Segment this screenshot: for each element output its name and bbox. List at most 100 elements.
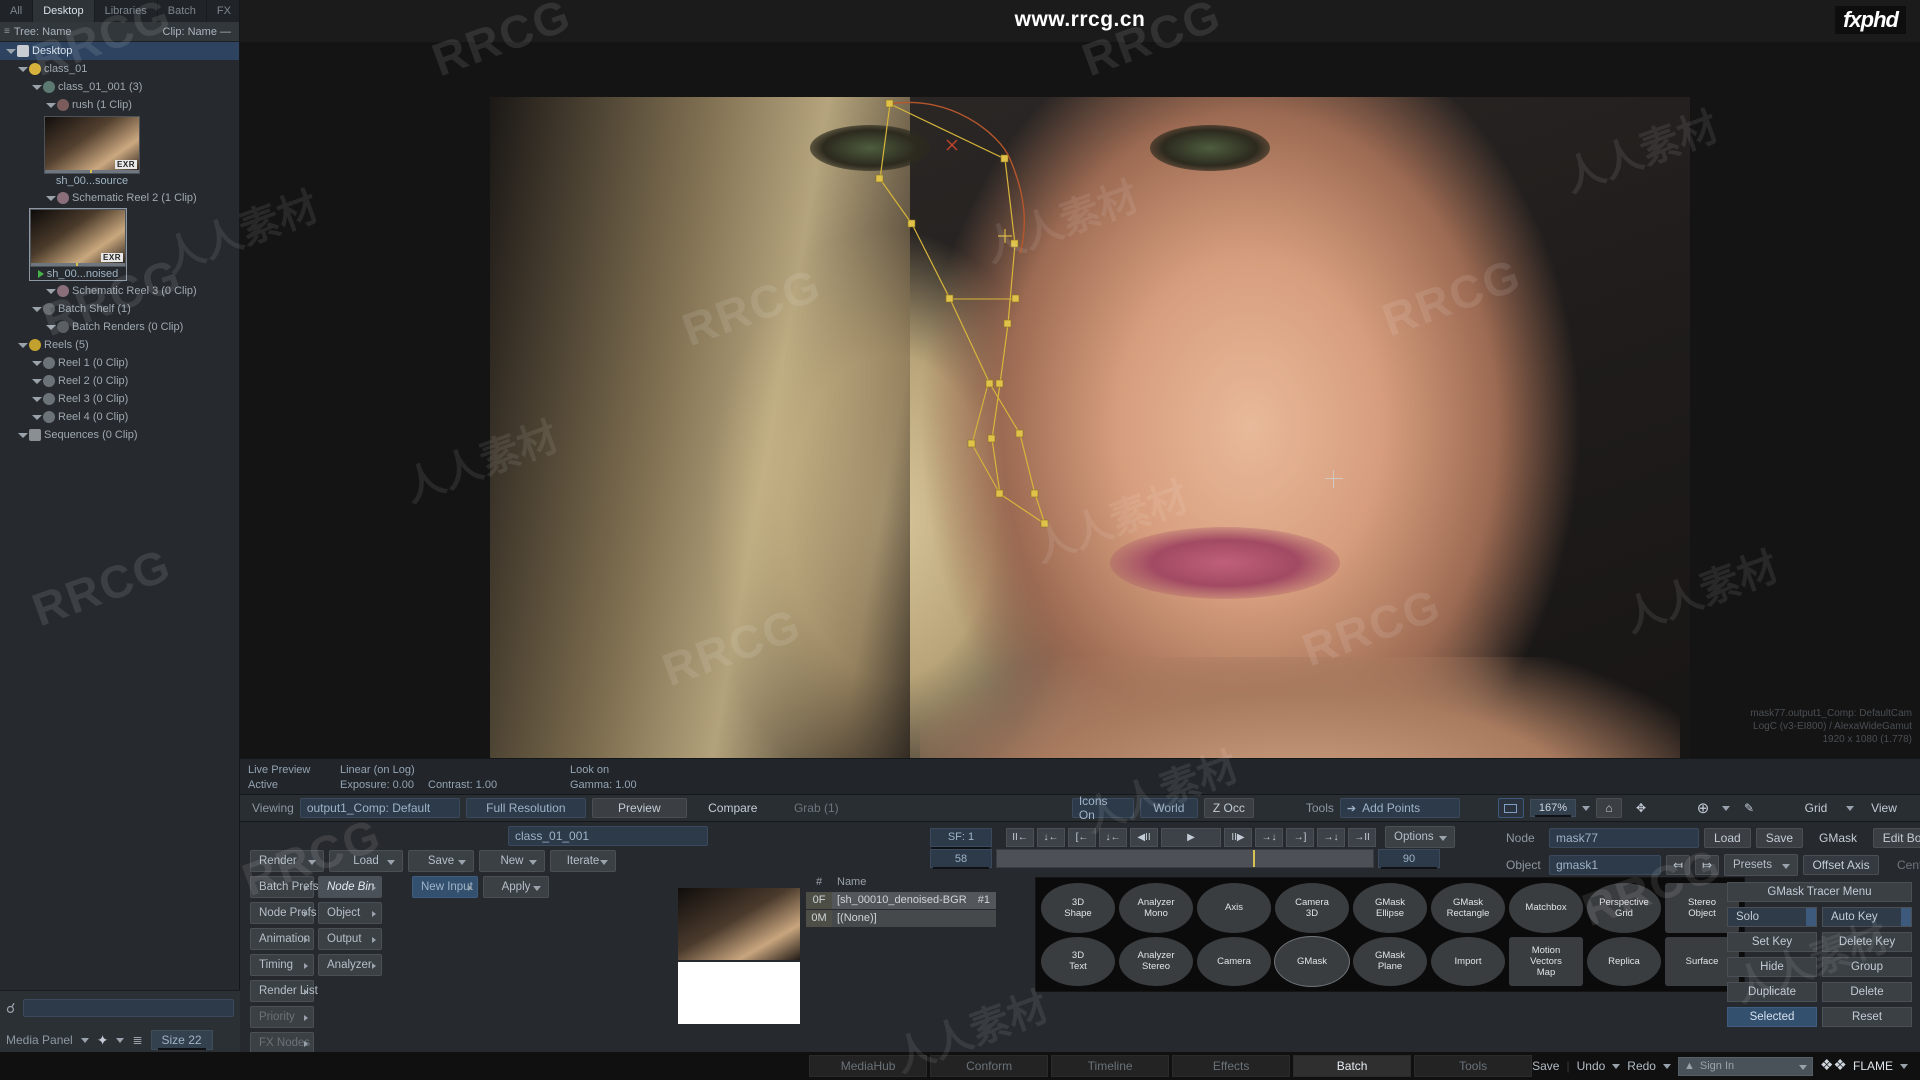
chevron-down-icon[interactable] [1612, 1063, 1621, 1069]
gmask-object-field[interactable]: gmask1 [1549, 855, 1661, 875]
viewing-source-field[interactable]: output1_Comp: Default [299, 798, 460, 818]
chevron-down-icon[interactable] [46, 287, 56, 296]
gmask-node-field[interactable]: mask77 [1549, 828, 1699, 848]
menu-output[interactable]: Output [318, 928, 382, 950]
chevron-down-icon[interactable] [18, 341, 28, 350]
menu-batch-prefs[interactable]: Batch Prefs [250, 876, 318, 898]
play-button[interactable]: ▶ [1161, 827, 1221, 847]
chevron-down-icon[interactable] [32, 359, 42, 368]
delete-key-button[interactable]: Delete Key [1822, 932, 1912, 952]
grid-button[interactable]: Grid [1792, 798, 1840, 818]
undo-button[interactable]: Undo [1577, 1059, 1606, 1073]
chevron-down-icon[interactable] [116, 1037, 125, 1043]
media-panel-select-label[interactable]: Media Panel [6, 1033, 73, 1047]
tree-item-class01-001[interactable]: class_01_001 (3) [0, 78, 239, 96]
tree-item-reel-1[interactable]: Reel 1 (0 Clip) [0, 354, 239, 372]
centre-button[interactable]: Centre [1884, 855, 1920, 875]
gmask-load-button[interactable]: Load [1704, 828, 1751, 848]
view-button[interactable]: View [1860, 798, 1908, 818]
frame-view-button[interactable] [1497, 798, 1524, 818]
prev-keyframe-button[interactable]: ↓← [1037, 827, 1065, 847]
tab-mediahub[interactable]: MediaHub [809, 1055, 928, 1077]
step-back-key-button[interactable]: ↓← [1099, 827, 1127, 847]
gmask-type-button[interactable]: GMask [1808, 828, 1868, 848]
thumbnail-size-slider[interactable]: Size 22 [150, 1030, 213, 1050]
search-icon[interactable]: ☌ [6, 1000, 15, 1017]
save-project-button[interactable]: Save [1532, 1059, 1559, 1073]
world-toggle[interactable]: World [1139, 798, 1198, 818]
node-camera[interactable]: Camera [1197, 936, 1271, 986]
apply-button[interactable]: Apply [483, 876, 549, 898]
redo-button[interactable]: Redo [1627, 1059, 1656, 1073]
menu-node-prefs[interactable]: Node Prefs [250, 902, 317, 924]
play-icon[interactable] [37, 270, 44, 278]
chevron-down-icon[interactable] [80, 1037, 89, 1043]
tree-item-rush[interactable]: rush (1 Clip) [0, 96, 239, 114]
menu-timing[interactable]: Timing [250, 954, 314, 976]
chevron-down-icon[interactable] [18, 431, 28, 440]
chevron-down-icon[interactable] [46, 194, 56, 203]
chevron-down-icon[interactable] [1798, 1064, 1807, 1070]
chevron-down-icon[interactable] [1582, 805, 1590, 811]
next-key-button[interactable]: →↓ [1255, 827, 1283, 847]
node-gmask-ellipse[interactable]: GMask Ellipse [1353, 883, 1427, 933]
preview-button[interactable]: Preview [591, 798, 687, 818]
duplicate-button[interactable]: Duplicate [1727, 982, 1817, 1002]
chevron-down-icon[interactable] [32, 377, 42, 386]
table-row[interactable]: 0M [(None)] [806, 910, 996, 927]
batch-preview-image[interactable] [678, 888, 800, 960]
chevron-down-icon[interactable] [32, 83, 42, 92]
next-object-button[interactable]: ⤇ [1695, 855, 1719, 875]
table-row[interactable]: 0F [sh_00010_denoised-BGR (90)] #1 [806, 892, 996, 923]
tree-item-schematic-reel-2[interactable]: Schematic Reel 2 (1 Clip) [0, 189, 239, 207]
menu-priority[interactable]: Priority [250, 1006, 314, 1028]
presets-button[interactable]: Presets [1724, 854, 1798, 876]
colour-picker-button[interactable]: ✎ [1736, 798, 1762, 818]
node-gmask[interactable]: GMask [1275, 936, 1349, 986]
node-axis[interactable]: Axis [1197, 883, 1271, 933]
fit-view-button[interactable]: ✥ [1628, 798, 1654, 818]
transport-options-button[interactable]: Options [1385, 826, 1455, 848]
prev-object-button[interactable]: ⤆ [1666, 855, 1690, 875]
play-forward-button[interactable]: II▶ [1224, 827, 1252, 847]
batch-preview-matte[interactable] [678, 962, 800, 1024]
sort-icon[interactable]: ≡ [4, 26, 10, 37]
batch-node-table[interactable]: # Name 0F [sh_00010_denoised-BGR (90)] #… [806, 876, 996, 928]
tree-item-reels[interactable]: Reels (5) [0, 336, 239, 354]
new-button[interactable]: New [479, 850, 545, 872]
add-points-tool[interactable]: ➔ Add Points [1339, 798, 1460, 818]
node-3d-text[interactable]: 3D Text [1041, 936, 1115, 986]
tree-item-reel-2[interactable]: Reel 2 (0 Clip) [0, 372, 239, 390]
chevron-down-icon[interactable] [32, 305, 42, 314]
home-view-button[interactable]: ⌂ [1596, 798, 1622, 818]
media-tree[interactable]: Desktop class_01 class_01_001 (3) rush (… [0, 42, 239, 990]
chevron-down-icon[interactable] [32, 395, 42, 404]
chevron-down-icon[interactable] [1900, 1063, 1908, 1069]
tab-effects[interactable]: Effects [1172, 1055, 1291, 1077]
node-analyzer-mono[interactable]: Analyzer Mono [1119, 883, 1193, 933]
batch-project-field[interactable]: class_01_001 [508, 826, 708, 846]
search-input[interactable] [23, 999, 234, 1017]
node-analyzer-stereo[interactable]: Analyzer Stereo [1119, 936, 1193, 986]
tab-batch-module[interactable]: Batch [1293, 1055, 1412, 1077]
offset-axis-button[interactable]: Offset Axis [1803, 855, 1879, 875]
auto-key-toggle[interactable]: Auto Key [1822, 907, 1912, 927]
group-button[interactable]: Group [1822, 957, 1912, 977]
edit-box-button[interactable]: Edit Box [1873, 828, 1920, 848]
tree-item-batch-shelf[interactable]: Batch Shelf (1) [0, 300, 239, 318]
tree-item-sequences[interactable]: Sequences (0 Clip) [0, 426, 239, 444]
delete-button[interactable]: Delete [1822, 982, 1912, 1002]
menu-fx-nodes[interactable]: FX Nodes [250, 1032, 314, 1054]
load-button[interactable]: Load [329, 850, 403, 872]
node-camera-3d[interactable]: Camera 3D [1275, 883, 1349, 933]
menu-render-list[interactable]: Render List [250, 980, 318, 1002]
menu-object[interactable]: Object [318, 902, 382, 924]
tab-timeline[interactable]: Timeline [1051, 1055, 1170, 1077]
grab-button[interactable]: Grab (1) [779, 798, 854, 818]
node-gmask-plane[interactable]: GMask Plane [1353, 936, 1427, 986]
frame-in-field[interactable]: 58 [930, 849, 992, 869]
gmask-save-button[interactable]: Save [1755, 828, 1804, 848]
clip-thumbnail-source[interactable]: EXR sh_00...source [44, 116, 140, 187]
tab-tools[interactable]: Tools [1414, 1055, 1533, 1077]
tree-item-class01[interactable]: class_01 [0, 60, 239, 78]
